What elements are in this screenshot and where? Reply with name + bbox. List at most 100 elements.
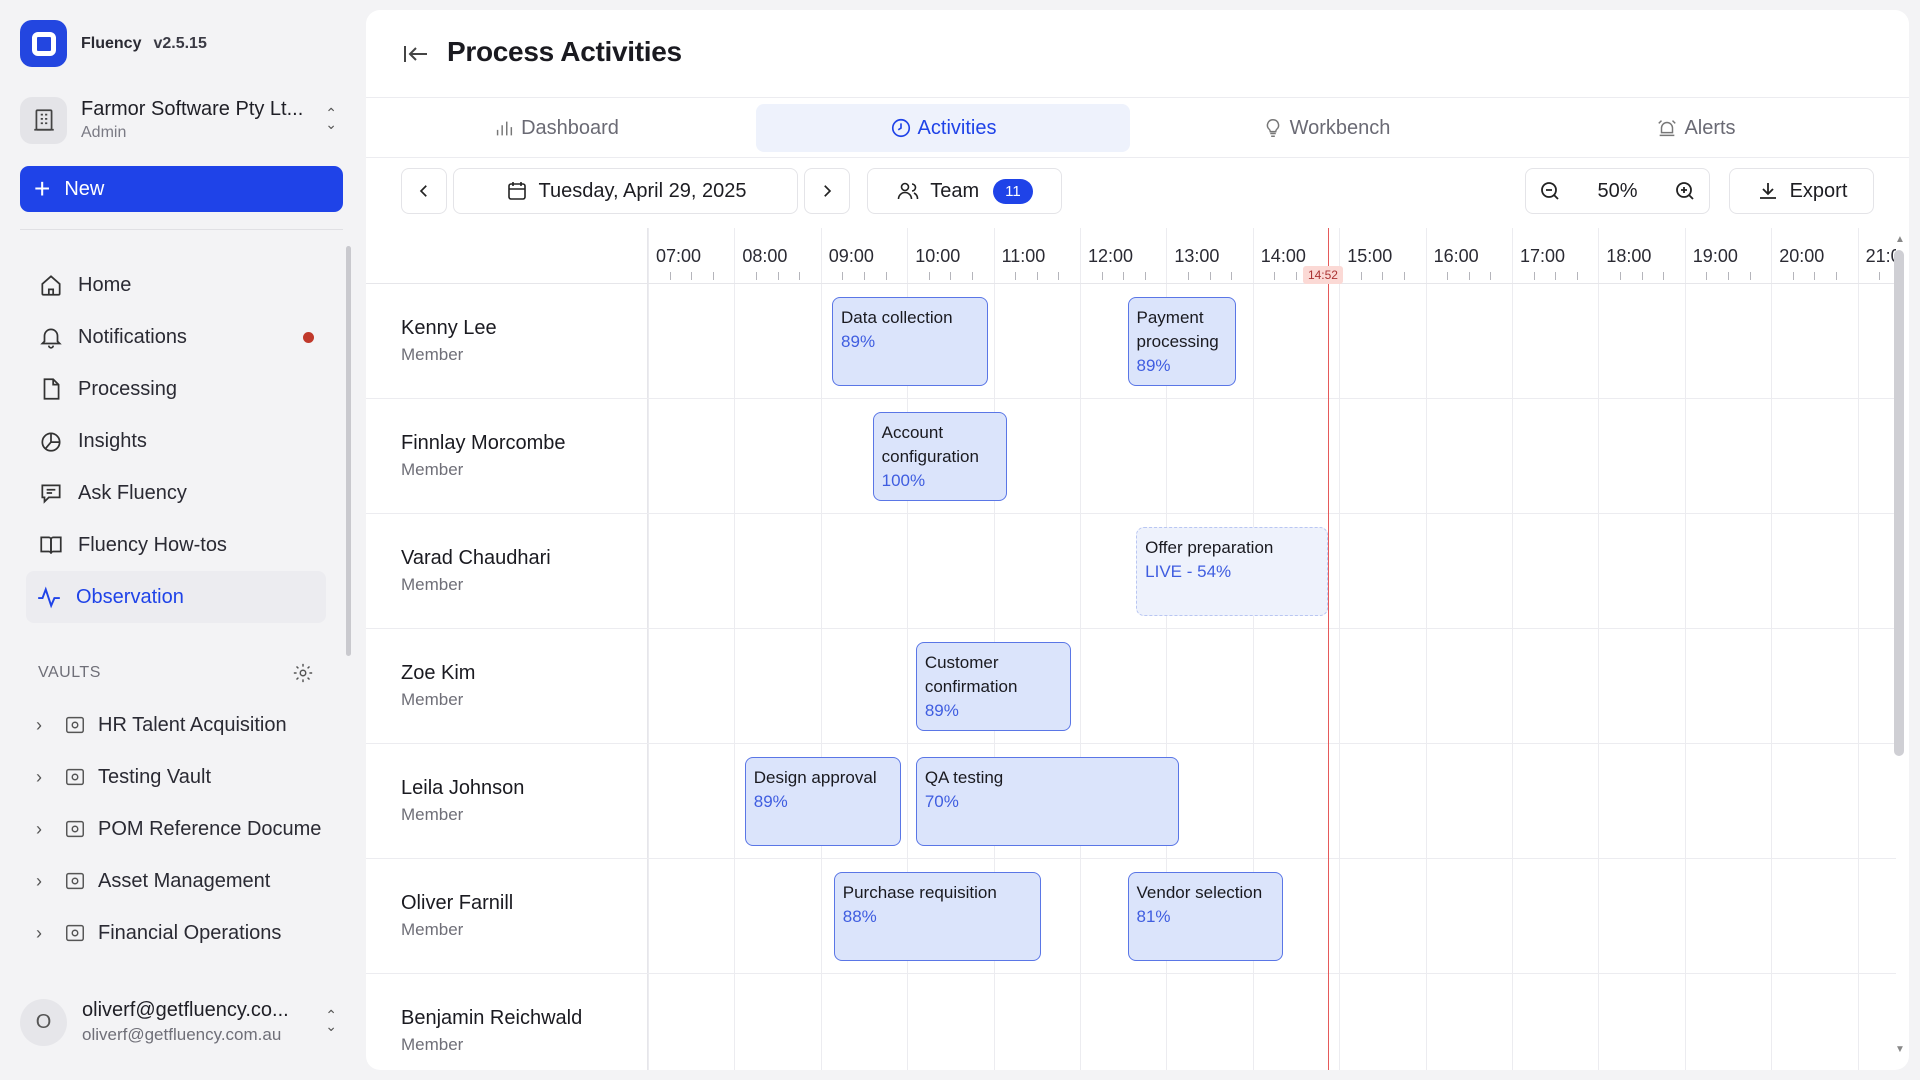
- quarter-tick: [712, 272, 714, 280]
- member-name[interactable]: Benjamin Reichwald: [401, 1007, 582, 1030]
- quarter-tick: [1728, 272, 1729, 280]
- gear-icon[interactable]: [292, 662, 314, 684]
- activity-block[interactable]: Customer confirmation 89%: [915, 642, 1072, 731]
- vault-item[interactable]: › POM Reference Docume: [36, 803, 332, 855]
- quarter-tick: [1015, 272, 1017, 280]
- tab-workbench[interactable]: Workbench: [1156, 104, 1496, 152]
- sidebar-item-label: Processing: [78, 377, 177, 400]
- calendar-icon: [507, 182, 526, 200]
- current-time-line: [1327, 228, 1329, 1070]
- scroll-down-icon[interactable]: ▼: [1895, 1044, 1905, 1055]
- user-menu[interactable]: O oliverf@getfluency.co... oliverf@getfl…: [20, 992, 345, 1052]
- vault-item[interactable]: › Asset Management: [36, 855, 332, 907]
- activity-block[interactable]: Vendor selection 81%: [1127, 872, 1284, 961]
- hour-label: 10:00: [915, 246, 961, 266]
- tab-activities[interactable]: Activities: [756, 104, 1130, 152]
- brand: Fluency v2.5.15: [20, 20, 207, 67]
- chevron-right-icon[interactable]: ›: [36, 871, 54, 892]
- activity-block[interactable]: Design approval 89%: [744, 757, 902, 846]
- new-button[interactable]: + New: [20, 166, 343, 212]
- hour-label: 12:00: [1088, 246, 1134, 266]
- sidebar-item-ask-fluency[interactable]: Ask Fluency: [26, 467, 326, 519]
- sidebar-scrollbar[interactable]: [346, 246, 351, 656]
- chevron-right-icon[interactable]: ›: [36, 715, 54, 736]
- quarter-tick: [1792, 272, 1794, 280]
- quarter-tick: [756, 272, 757, 280]
- activity-block[interactable]: QA testing 70%: [915, 757, 1180, 846]
- chevron-right-icon[interactable]: ›: [36, 767, 54, 788]
- quarter-tick: [1641, 272, 1643, 280]
- chevron-right-icon: [824, 185, 832, 197]
- zoom-in-icon[interactable]: [1673, 179, 1697, 203]
- sidebar-item-notifications[interactable]: Notifications: [26, 311, 326, 363]
- quarter-tick: [1533, 272, 1535, 280]
- quarter-tick: [1274, 272, 1276, 280]
- sidebar-item-how-tos[interactable]: Fluency How-tos: [26, 519, 326, 571]
- quarter-tick: [669, 272, 671, 280]
- activity-name: Offer preparation: [1145, 538, 1274, 557]
- quarter-tick: [1101, 272, 1103, 280]
- plus-icon: +: [34, 173, 51, 204]
- vault-item[interactable]: › Financial Operations: [36, 907, 332, 959]
- member-name[interactable]: Finnlay Morcombe: [401, 432, 566, 455]
- sidebar-item-home[interactable]: Home: [26, 259, 326, 311]
- member-name[interactable]: Varad Chaudhari: [401, 547, 551, 570]
- quarter-tick: [1879, 272, 1881, 280]
- member-role: Member: [401, 345, 464, 364]
- timeline-scrollbar[interactable]: [1894, 250, 1904, 756]
- team-count-badge: 11: [993, 178, 1033, 204]
- activity-name: Payment processing: [1136, 308, 1219, 351]
- quarter-tick: [1490, 272, 1492, 280]
- hour-label: 16:00: [1433, 246, 1479, 266]
- sidebar-item-observation[interactable]: Observation: [26, 571, 326, 623]
- member-name[interactable]: Oliver Farnill: [401, 892, 513, 915]
- back-arrow-icon[interactable]: [402, 42, 430, 66]
- team-filter-button[interactable]: Team 11: [867, 168, 1062, 214]
- activity-icon: [38, 586, 60, 609]
- activity-name: Design approval: [753, 768, 877, 787]
- activity-progress: 89%: [841, 332, 876, 351]
- chevron-right-icon[interactable]: ›: [36, 819, 54, 840]
- sidebar-item-processing[interactable]: Processing: [26, 363, 326, 415]
- member-role: Member: [401, 460, 464, 479]
- activity-block[interactable]: Purchase requisition 88%: [833, 872, 1042, 961]
- quarter-tick: [799, 272, 801, 280]
- bell-icon: [40, 328, 62, 349]
- sidebar-item-insights[interactable]: Insights: [26, 415, 326, 467]
- activity-block[interactable]: Data collection 89%: [832, 297, 988, 386]
- tab-alerts[interactable]: Alerts: [1526, 104, 1866, 152]
- member-name[interactable]: Leila Johnson: [401, 777, 524, 800]
- page-title: Process Activities: [447, 36, 682, 67]
- scroll-up-icon[interactable]: ▲: [1895, 234, 1905, 245]
- chevron-right-icon[interactable]: ›: [36, 923, 54, 944]
- member-info: Zoe Kim Member: [401, 662, 475, 710]
- next-day-button[interactable]: [804, 168, 850, 214]
- activity-progress: 70%: [924, 792, 959, 811]
- tab-dashboard[interactable]: Dashboard: [386, 104, 726, 152]
- vault-item[interactable]: › HR Talent Acquisition: [36, 699, 332, 751]
- vault-item[interactable]: › Testing Vault: [36, 751, 332, 803]
- activity-block[interactable]: Payment processing 89%: [1127, 297, 1236, 386]
- member-row: Finnlay Morcombe Member Account configurat…: [366, 399, 1896, 514]
- quarter-tick: [1663, 272, 1665, 280]
- member-name[interactable]: Zoe Kim: [401, 662, 475, 685]
- tab-label: Dashboard: [521, 116, 619, 139]
- tab-label: Activities: [917, 116, 997, 139]
- chat-icon: [41, 484, 61, 504]
- member-info: Leila Johnson Member: [401, 777, 524, 825]
- date-picker[interactable]: Tuesday, April 29, 2025: [453, 168, 798, 214]
- org-switcher[interactable]: Farmor Software Pty Lt... Admin ⌃ ⌄: [20, 90, 345, 150]
- zoom-out-icon[interactable]: [1538, 179, 1562, 203]
- prev-day-button[interactable]: [401, 168, 447, 214]
- export-button[interactable]: Export: [1729, 168, 1874, 214]
- member-row: Leila Johnson Member Design approval 89% QA …: [366, 744, 1896, 859]
- vault-list: › HR Talent Acquisition › Testing Vault …: [36, 699, 332, 959]
- fluency-logo[interactable]: [20, 20, 67, 67]
- quarter-tick: [1555, 272, 1557, 280]
- member-row: Zoe Kim Member Customer confirmation 89%: [366, 629, 1896, 744]
- quarter-tick: [885, 272, 887, 280]
- hour-label: 07:00: [656, 246, 702, 266]
- member-name[interactable]: Kenny Lee: [401, 317, 497, 340]
- activity-block[interactable]: Offer preparation LIVE - 54%: [1136, 527, 1328, 616]
- activity-block[interactable]: Account configuration 100%: [872, 412, 1008, 501]
